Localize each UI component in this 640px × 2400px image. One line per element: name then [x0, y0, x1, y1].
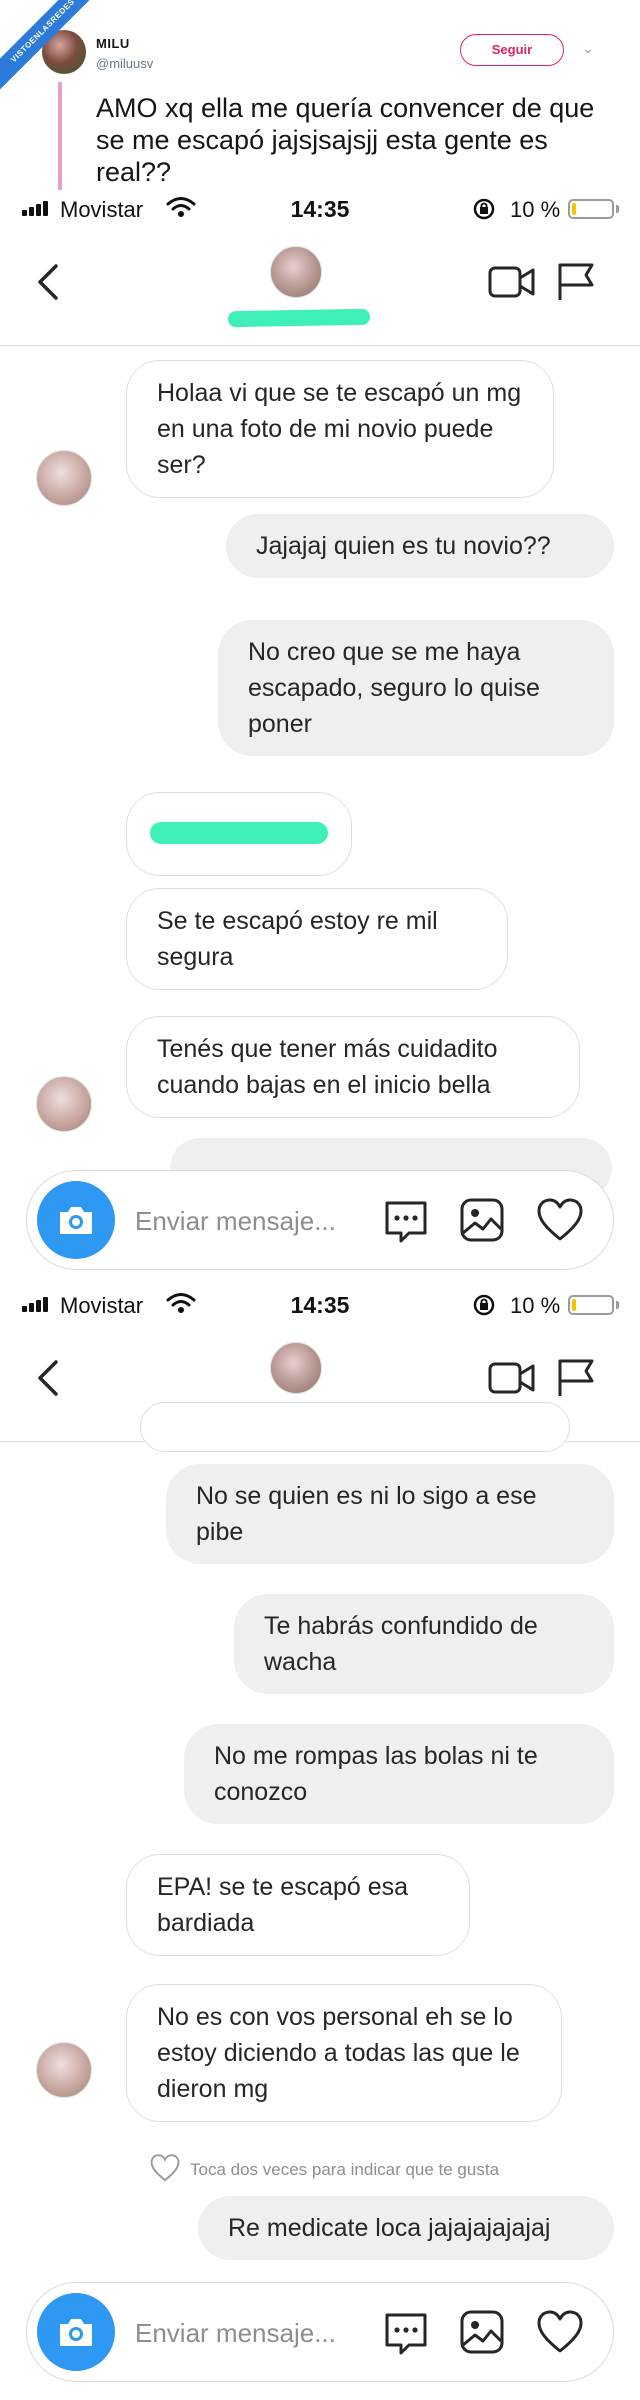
lock-rotation-icon [473, 1294, 495, 1316]
author-handle[interactable]: @miluusv [96, 56, 153, 71]
like-hint-text: Toca dos veces para indicar que te gusta [190, 2160, 500, 2179]
redacted-username [227, 308, 371, 328]
battery-level [572, 203, 577, 215]
sender-avatar[interactable] [36, 450, 92, 506]
message-thread: Holaa vi que se te escapó un mg en una f… [0, 346, 640, 1198]
message-bubble[interactable]: Se te escapó estoy re mil segura [126, 888, 508, 990]
contact-avatar[interactable] [270, 246, 322, 298]
lock-rotation-icon [473, 198, 495, 220]
message-composer [26, 2282, 614, 2382]
message-bubble[interactable]: No me rompas las bolas ni te conozco [184, 1724, 614, 1824]
message-bubble[interactable]: No es con vos personal eh se lo estoy di… [126, 1984, 562, 2122]
heart-outline-icon [150, 2154, 180, 2182]
gallery-icon[interactable] [457, 2307, 507, 2357]
gallery-icon[interactable] [457, 1195, 507, 1245]
chat-bubble-icon[interactable] [381, 1195, 431, 1245]
message-input[interactable] [135, 1201, 365, 1241]
camera-icon [60, 1207, 92, 1234]
message-bubble[interactable]: Jajajaj quien es tu novio?? [226, 514, 614, 578]
heart-icon[interactable] [535, 1195, 585, 1245]
message-composer [26, 1170, 614, 1270]
flag-icon[interactable] [556, 262, 596, 302]
chevron-down-icon[interactable]: ⌄ [582, 40, 594, 57]
heart-icon[interactable] [535, 2307, 585, 2357]
tweet-text: AMO xq ella me quería convencer de que s… [96, 93, 595, 187]
follow-button[interactable]: Seguir [460, 34, 564, 66]
status-bar: Movistar 14:35 10 % [0, 1286, 640, 1322]
message-bubble[interactable]: Te habrás confundido de wacha [234, 1594, 614, 1694]
tweet-header: VISTOENLASREDES MILU @miluusv Seguir ⌄ A… [0, 0, 640, 190]
chat-bubble-icon[interactable] [381, 2307, 431, 2357]
message-bubble-partial [140, 1402, 570, 1452]
battery-icon [568, 199, 614, 219]
author-name[interactable]: MILU [96, 36, 130, 51]
flag-icon[interactable] [556, 1358, 596, 1398]
camera-button[interactable] [37, 1181, 115, 1259]
message-input[interactable] [135, 2313, 365, 2353]
message-bubble[interactable]: No creo que se me haya escapado, seguro … [218, 620, 614, 756]
message-bubble[interactable]: Holaa vi que se te escapó un mg en una f… [126, 360, 554, 498]
battery-level [572, 1299, 577, 1311]
battery-percent: 10 % [510, 1293, 561, 1318]
battery-icon [568, 1295, 614, 1315]
sender-avatar[interactable] [36, 1076, 92, 1132]
sender-avatar[interactable] [36, 2042, 92, 2098]
chat-header [0, 226, 640, 346]
dm-screenshot-2: Movistar 14:35 10 % No se quien es ni lo… [0, 1286, 640, 2400]
contact-avatar[interactable] [270, 1342, 322, 1394]
status-bar: Movistar 14:35 10 % [0, 190, 640, 226]
message-bubble[interactable]: Tenés que tener más cuidadito cuando baj… [126, 1016, 580, 1118]
message-thread: No se quien es ni lo sigo a ese pibe Te … [0, 1402, 640, 2262]
camera-button[interactable] [37, 2293, 115, 2371]
message-bubble[interactable]: EPA! se te escapó esa bardiada [126, 1854, 470, 1956]
back-icon[interactable] [34, 262, 62, 302]
video-call-icon[interactable] [488, 1360, 536, 1396]
battery-percent: 10 % [510, 197, 561, 222]
back-icon[interactable] [34, 1358, 62, 1398]
video-call-icon[interactable] [488, 264, 536, 300]
camera-icon [60, 2319, 92, 2346]
redacted-message [150, 822, 328, 844]
thread-line [58, 82, 62, 190]
message-bubble[interactable]: No se quien es ni lo sigo a ese pibe [166, 1464, 614, 1564]
dm-screenshot-1: Movistar 14:35 10 % Holaa vi que se te e… [0, 190, 640, 1286]
message-bubble[interactable]: Re medicate loca jajajajajajaj [198, 2196, 614, 2260]
